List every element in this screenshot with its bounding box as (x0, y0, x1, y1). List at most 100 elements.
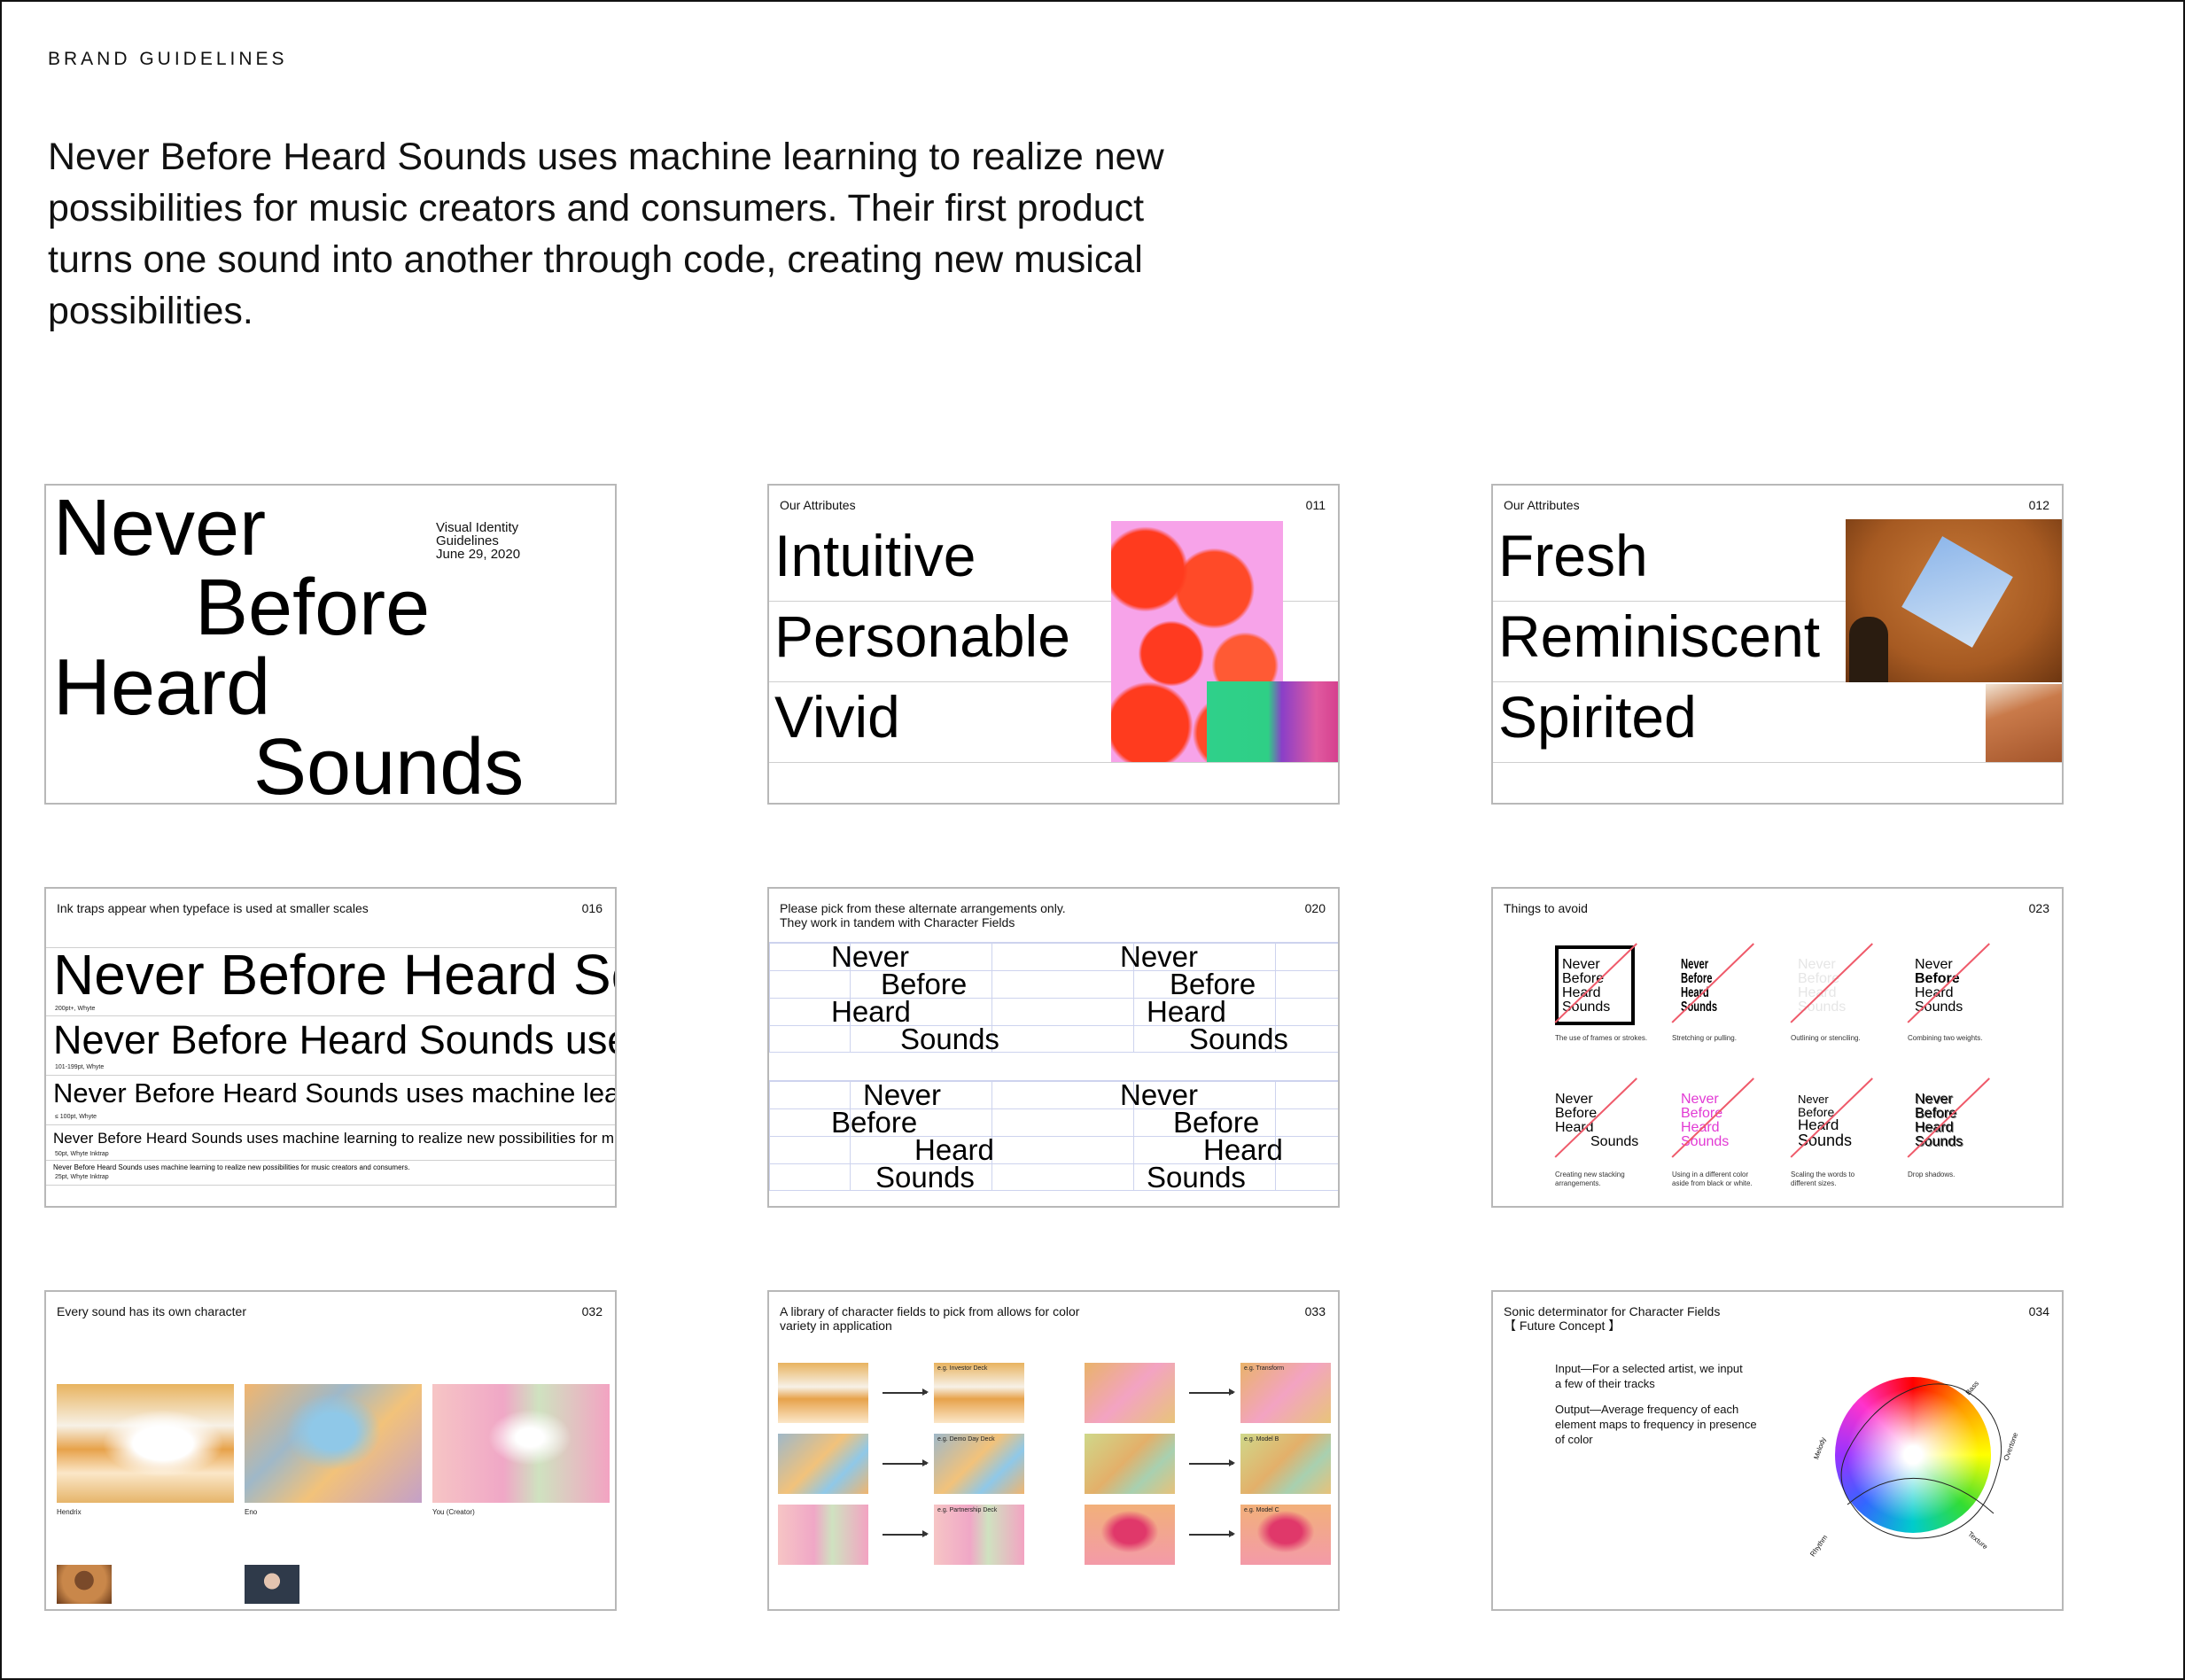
avoid-caption: Stretching or pulling. (1672, 1034, 1737, 1042)
arrangement-b-word: Heard (1147, 995, 1226, 1028)
arrangement-c-word: Heard (914, 1133, 994, 1166)
example-label: e.g. Model B (1244, 1436, 1279, 1443)
arrangement-b-word: Sounds (1189, 1023, 1288, 1055)
rule (46, 1124, 615, 1125)
eno-avatar (245, 1565, 299, 1604)
brand-label: BRAND GUIDELINES (48, 49, 288, 69)
example-label: e.g. Demo Day Deck (937, 1436, 995, 1443)
ink-spec: ≤ 100pt, Whyte (55, 1114, 97, 1120)
applied-field[interactable]: e.g. Demo Day Deck (934, 1434, 1024, 1494)
card-title: Every sound has its own character (57, 1304, 246, 1318)
card-ink-traps[interactable]: Ink traps appear when typeface is used a… (44, 887, 617, 1208)
card-arrangements[interactable]: Please pick from these alternate arrange… (767, 887, 1340, 1208)
card-title: A library of character fields to pick fr… (780, 1304, 1080, 1333)
avoid-word: Never (1681, 1092, 1719, 1107)
arrangement-c-word: Before (831, 1106, 918, 1139)
card-character-library[interactable]: A library of character fields to pick fr… (767, 1290, 1340, 1611)
cover-word-heard: Heard (53, 643, 271, 732)
page-number: 034 (2028, 1304, 2049, 1318)
arrangement-d-word: Before (1173, 1106, 1260, 1139)
avoid-word: Never (1915, 1092, 1953, 1107)
arrow-icon (1189, 1531, 1235, 1536)
arrangement-a-word: Sounds (900, 1023, 999, 1055)
avoid-word: Heard (1562, 985, 1601, 1000)
character-field-hendrix (57, 1384, 234, 1503)
arrangement-c-word: Never (863, 1078, 942, 1111)
field-label: You (Creator) (432, 1508, 475, 1516)
example-label: e.g. Model C (1244, 1507, 1279, 1513)
arrow-icon (883, 1389, 929, 1395)
card-title: Things to avoid (1504, 901, 1588, 915)
card-attributes-011[interactable]: Our Attributes 011 Intuitive Personable … (767, 484, 1340, 805)
card-title: Please pick from these alternate arrange… (780, 901, 1066, 915)
avoid-caption: Drop shadows. (1908, 1171, 1956, 1178)
source-field (1085, 1363, 1175, 1423)
character-field-eno (245, 1384, 422, 1503)
applied-field[interactable]: e.g. Partnership Deck (934, 1505, 1024, 1565)
applied-field[interactable]: e.g. Transform (1240, 1363, 1331, 1423)
example-label: e.g. Investor Deck (937, 1365, 988, 1372)
avoid-word: Heard (1915, 1120, 1954, 1135)
ink-sample: Never Before Heard Sounds uses machine l… (53, 1017, 615, 1062)
source-field (778, 1363, 868, 1423)
card-attributes-012[interactable]: Our Attributes 012 Fresh Reminiscent Spi… (1491, 484, 2064, 805)
ink-sample: Never Before Heard Sounds uses machine l… (53, 1130, 615, 1147)
arrangement-d-word: Never (1120, 1078, 1199, 1111)
applied-field[interactable]: e.g. Investor Deck (934, 1363, 1024, 1423)
ink-spec: 200pt+, Whyte (55, 1006, 96, 1012)
example-label: e.g. Transform (1244, 1365, 1285, 1372)
card-things-to-avoid[interactable]: Things to avoid 023 Never Before Heard S… (1491, 887, 2064, 1208)
page-number: 016 (581, 901, 603, 915)
rule (46, 1160, 615, 1161)
intro-paragraph: Never Before Heard Sounds uses machine l… (48, 136, 1164, 332)
field-label: Hendrix (57, 1508, 82, 1516)
cover-meta: Visual Identity Guidelines June 29, 2020 (436, 521, 520, 561)
ink-spec: 50pt, Whyte Inktrap (55, 1151, 109, 1157)
source-field (778, 1434, 868, 1494)
applied-field[interactable]: e.g. Model C (1240, 1505, 1331, 1565)
attribute-word: Reminiscent (1498, 603, 1821, 669)
attribute-word: Intuitive (774, 523, 976, 588)
frequency-overlay (1840, 1383, 2002, 1539)
arrangement-d-word: Heard (1203, 1133, 1283, 1166)
avoid-caption: Using in a different color aside from bl… (1672, 1171, 1753, 1187)
avoid-word: Heard (1915, 985, 1954, 1000)
character-field-creator (432, 1384, 610, 1503)
card-title: Our Attributes (1504, 498, 1580, 512)
ink-spec: 25pt, Whyte Inktrap (55, 1174, 109, 1180)
field-label: Eno (245, 1508, 258, 1516)
applied-field[interactable]: e.g. Model B (1240, 1434, 1331, 1494)
arrow-icon (1189, 1460, 1235, 1466)
cover-word-sounds: Sounds (253, 723, 525, 805)
arrangement-d-word: Sounds (1147, 1161, 1246, 1194)
cover-meta-line: Visual Identity (436, 520, 519, 535)
avoid-word: Sounds (1590, 1134, 1639, 1149)
arrangement-b-word: Before (1170, 968, 1256, 1000)
attribute-word: Fresh (1498, 523, 1648, 588)
avoid-word: Before (1681, 971, 1713, 986)
attribute-word: Personable (774, 603, 1070, 669)
card-sound-character[interactable]: Every sound has its own character 032 He… (44, 1290, 617, 1611)
rule (46, 1185, 615, 1186)
arrangement-a-word: Heard (831, 995, 911, 1028)
avoid-caption: Outlining or stenciling. (1791, 1034, 1861, 1042)
avoid-caption: Creating new stacking arrangements. (1555, 1171, 1625, 1187)
skyspace-photo (1846, 519, 2062, 682)
attribute-word: Vivid (774, 684, 900, 750)
arrangement-c-word: Sounds (875, 1161, 975, 1194)
building-photo (1986, 684, 2062, 762)
avoid-word: Heard (1798, 985, 1837, 1000)
card-title: Ink traps appear when typeface is used a… (57, 901, 369, 915)
rule (769, 762, 1338, 763)
avoid-word: Never (1555, 1092, 1593, 1107)
avoid-caption: The use of frames or strokes. (1555, 1034, 1648, 1042)
card-cover[interactable]: Never Before Heard Sounds Visual Identit… (44, 484, 617, 805)
hendrix-avatar (57, 1565, 112, 1604)
card-title: Our Attributes (780, 498, 856, 512)
arrangement-b-word: Never (1120, 940, 1199, 973)
avoid-word: Never (1562, 957, 1600, 972)
avoid-word: Never (1915, 957, 1953, 972)
avoid-word: Before (1555, 1106, 1598, 1121)
card-sonic-determinator[interactable]: Sonic determinator for Character Fields … (1491, 1290, 2064, 1611)
arrow-icon (883, 1460, 929, 1466)
